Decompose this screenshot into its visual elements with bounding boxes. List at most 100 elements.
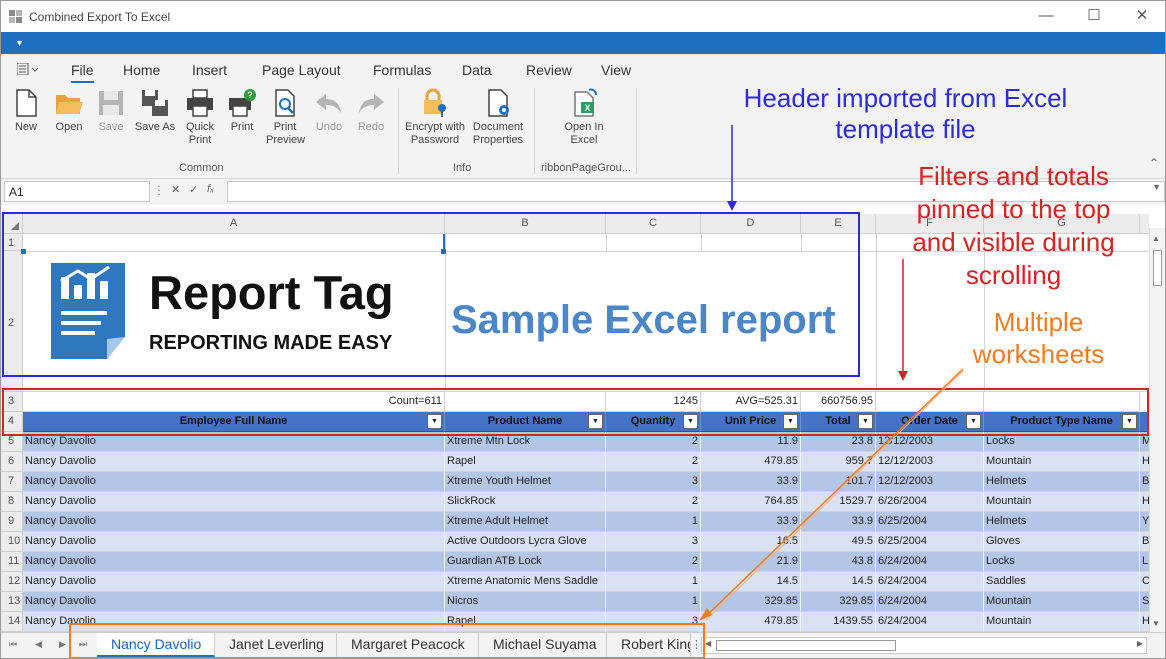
- order-date-cell[interactable]: 6/26/2004: [876, 492, 984, 512]
- product-name-cell[interactable]: Xtreme Anatomic Mens Saddle: [445, 572, 606, 592]
- overflow-cell[interactable]: Y: [1140, 512, 1149, 532]
- horizontal-scrollbar[interactable]: ◀ ▶: [701, 637, 1147, 654]
- row-header[interactable]: 11: [1, 552, 23, 572]
- unit-price-cell[interactable]: 21.9: [701, 552, 801, 572]
- product-type-cell[interactable]: Saddles: [984, 572, 1140, 592]
- row-header[interactable]: 9: [1, 512, 23, 532]
- order-date-cell[interactable]: 6/25/2004: [876, 512, 984, 532]
- row-header[interactable]: 10: [1, 532, 23, 552]
- product-type-cell[interactable]: Locks: [984, 552, 1140, 572]
- employee-name-cell[interactable]: Nancy Davolio: [23, 552, 445, 572]
- row-header[interactable]: 7: [1, 472, 23, 492]
- overflow-cell[interactable]: S: [1140, 592, 1149, 612]
- order-date-cell[interactable]: 12/12/2003: [876, 452, 984, 472]
- encrypt-button[interactable]: Encrypt with Password: [403, 88, 467, 147]
- app-menu-icon[interactable]: [16, 62, 39, 76]
- collapse-ribbon-icon[interactable]: ⌃: [1149, 156, 1159, 170]
- quantity-cell[interactable]: 1: [606, 572, 701, 592]
- order-date-cell[interactable]: 6/24/2004: [876, 572, 984, 592]
- tab-insert[interactable]: Insert: [192, 62, 227, 78]
- next-sheet-icon[interactable]: ▶: [59, 639, 66, 650]
- undo-button[interactable]: Undo: [313, 88, 345, 134]
- quantity-cell[interactable]: 2: [606, 452, 701, 472]
- tab-view[interactable]: View: [601, 62, 631, 78]
- row-header[interactable]: 12: [1, 572, 23, 592]
- product-name-cell[interactable]: Xtreme Youth Helmet: [445, 472, 606, 492]
- total-cell[interactable]: 14.5: [801, 572, 876, 592]
- product-name-cell[interactable]: Nicros: [445, 592, 606, 612]
- quick-print-button[interactable]: Quick Print: [183, 88, 217, 147]
- save-as-button[interactable]: Save As: [134, 88, 176, 134]
- unit-price-cell[interactable]: 764.85: [701, 492, 801, 512]
- print-button[interactable]: ? Print: [225, 88, 259, 134]
- product-name-cell[interactable]: Xtreme Adult Helmet: [445, 512, 606, 532]
- total-cell[interactable]: 1439.55: [801, 612, 876, 632]
- total-cell[interactable]: 43.8: [801, 552, 876, 572]
- previous-sheet-icon[interactable]: ◀: [35, 639, 42, 650]
- total-cell[interactable]: 49.5: [801, 532, 876, 552]
- tab-formulas[interactable]: Formulas: [373, 62, 431, 78]
- quantity-cell[interactable]: 2: [606, 492, 701, 512]
- overflow-cell[interactable]: B: [1140, 472, 1149, 492]
- quantity-cell[interactable]: 1: [606, 512, 701, 532]
- row-header[interactable]: 6: [1, 452, 23, 472]
- unit-price-cell[interactable]: 479.85: [701, 612, 801, 632]
- tab-file[interactable]: File: [71, 62, 94, 83]
- confirm-formula-icon[interactable]: ✓: [189, 183, 198, 196]
- vertical-scrollbar[interactable]: ▲ ▼: [1149, 228, 1165, 632]
- employee-name-cell[interactable]: Nancy Davolio: [23, 452, 445, 472]
- insert-function-icon[interactable]: fₓ: [207, 183, 214, 195]
- product-type-cell[interactable]: Mountain: [984, 452, 1140, 472]
- order-date-cell[interactable]: 6/24/2004: [876, 552, 984, 572]
- close-icon[interactable]: ✕: [1127, 5, 1157, 27]
- row-header[interactable]: 13: [1, 592, 23, 612]
- product-name-cell[interactable]: SlickRock: [445, 492, 606, 512]
- product-type-cell[interactable]: Helmets: [984, 472, 1140, 492]
- employee-name-cell[interactable]: Nancy Davolio: [23, 592, 445, 612]
- quantity-cell[interactable]: 3: [606, 472, 701, 492]
- order-date-cell[interactable]: 6/24/2004: [876, 612, 984, 632]
- horizontal-scroll-thumb[interactable]: [716, 640, 896, 651]
- product-type-cell[interactable]: Mountain: [984, 492, 1140, 512]
- unit-price-cell[interactable]: 33.9: [701, 472, 801, 492]
- maximize-icon[interactable]: ☐: [1079, 5, 1109, 27]
- row-header[interactable]: 14: [1, 612, 23, 632]
- product-name-cell[interactable]: Active Outdoors Lycra Glove: [445, 532, 606, 552]
- save-button[interactable]: Save: [95, 88, 127, 134]
- scroll-left-icon[interactable]: ◀: [705, 639, 711, 648]
- minimize-icon[interactable]: —: [1031, 5, 1061, 27]
- print-preview-button[interactable]: Print Preview: [266, 88, 305, 147]
- document-properties-button[interactable]: Document Properties: [471, 88, 525, 147]
- product-type-cell[interactable]: Gloves: [984, 532, 1140, 552]
- total-cell[interactable]: 1529.7: [801, 492, 876, 512]
- scroll-right-icon[interactable]: ▶: [1137, 639, 1143, 648]
- vertical-scroll-thumb[interactable]: [1153, 250, 1162, 286]
- scroll-up-icon[interactable]: ▲: [1152, 234, 1160, 243]
- total-cell[interactable]: 329.85: [801, 592, 876, 612]
- unit-price-cell[interactable]: 16.5: [701, 532, 801, 552]
- unit-price-cell[interactable]: 329.85: [701, 592, 801, 612]
- unit-price-cell[interactable]: 33.9: [701, 512, 801, 532]
- product-name-cell[interactable]: Guardian ATB Lock: [445, 552, 606, 572]
- cancel-formula-icon[interactable]: ✕: [171, 183, 180, 196]
- product-type-cell[interactable]: Mountain: [984, 612, 1140, 632]
- quantity-cell[interactable]: 2: [606, 552, 701, 572]
- row-header[interactable]: 8: [1, 492, 23, 512]
- product-type-cell[interactable]: Mountain: [984, 592, 1140, 612]
- tab-page-layout[interactable]: Page Layout: [262, 62, 341, 78]
- product-type-cell[interactable]: Helmets: [984, 512, 1140, 532]
- first-sheet-icon[interactable]: ⏮: [9, 639, 17, 650]
- order-date-cell[interactable]: 12/12/2003: [876, 472, 984, 492]
- employee-name-cell[interactable]: Nancy Davolio: [23, 492, 445, 512]
- scroll-down-icon[interactable]: ▼: [1152, 619, 1160, 628]
- overflow-cell[interactable]: H: [1140, 452, 1149, 472]
- unit-price-cell[interactable]: 479.85: [701, 452, 801, 472]
- expand-formula-icon[interactable]: ▼: [1152, 182, 1161, 192]
- new-button[interactable]: New: [11, 88, 41, 134]
- total-cell[interactable]: 959.7: [801, 452, 876, 472]
- product-name-cell[interactable]: Rapel: [445, 452, 606, 472]
- name-box[interactable]: A1: [4, 181, 150, 202]
- tab-home[interactable]: Home: [123, 62, 160, 78]
- order-date-cell[interactable]: 6/25/2004: [876, 532, 984, 552]
- total-cell[interactable]: 33.9: [801, 512, 876, 532]
